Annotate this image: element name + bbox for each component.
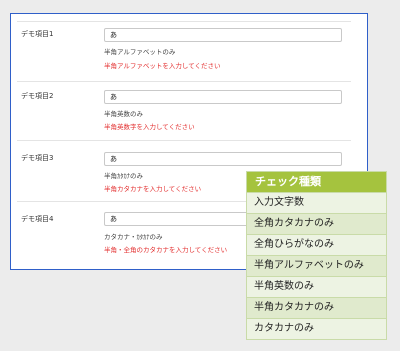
demo-field-1-input[interactable]: あ: [104, 28, 342, 42]
row-label: デモ項目1: [21, 30, 54, 38]
check-type-item: 半角英数のみ: [247, 277, 386, 297]
field-error: 半角英数字を入力してください: [104, 123, 195, 131]
check-type-item: 半角アルファベットのみ: [247, 256, 386, 276]
check-type-item: 入力文字数: [247, 193, 386, 213]
field-hint: カタカナ・ｶﾀｶﾅのみ: [104, 233, 163, 241]
row-label: デモ項目3: [21, 154, 54, 162]
check-type-item: 全角ひらがなのみ: [247, 235, 386, 255]
demo-field-2-input[interactable]: あ: [104, 90, 342, 104]
divider: [17, 21, 351, 22]
check-type-item: 全角カタカナのみ: [247, 214, 386, 234]
divider: [17, 140, 351, 141]
check-types-title: チェック種類: [247, 172, 386, 192]
divider: [17, 81, 351, 82]
field-hint: 半角アルファベットのみ: [104, 48, 176, 56]
demo-field-3-input[interactable]: あ: [104, 152, 342, 166]
check-type-item: カタカナのみ: [247, 319, 386, 339]
check-types-panel: チェック種類 入力文字数 全角カタカナのみ 全角ひらがなのみ 半角アルファベット…: [246, 171, 387, 340]
field-hint: 半角ｶﾀｶﾅのみ: [104, 172, 143, 180]
row-label: デモ項目4: [21, 215, 54, 223]
field-hint: 半角英数のみ: [104, 110, 143, 118]
field-error: 半角アルファベットを入力してください: [104, 62, 221, 70]
row-label: デモ項目2: [21, 92, 54, 100]
field-error: 半角カタカナを入力してください: [104, 185, 202, 193]
check-type-item: 半角カタカナのみ: [247, 298, 386, 318]
field-error: 半角・全角のカタカナを入力してください: [104, 246, 228, 254]
